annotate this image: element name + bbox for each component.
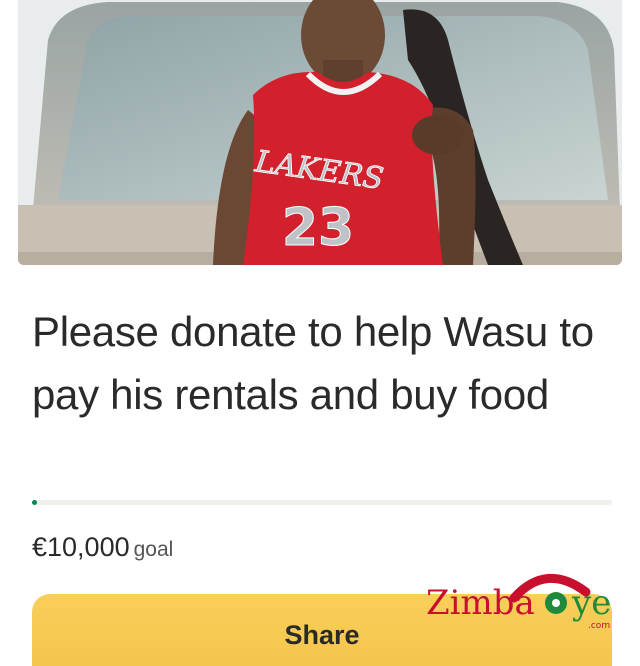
- goal-summary: €10,000 goal: [32, 532, 173, 563]
- watermark-brand-left: Zimba: [426, 583, 535, 623]
- campaign-title: Please donate to help Wasu to pay his re…: [32, 308, 594, 418]
- watermark-domain: .com: [588, 621, 610, 630]
- campaign-photo: LAKERS 23: [18, 0, 622, 265]
- donation-progress-fill: [32, 500, 37, 505]
- watermark-brand-right: ye: [571, 583, 611, 623]
- jersey-number-text: 23: [282, 198, 354, 258]
- goal-label: goal: [133, 538, 174, 561]
- campaign-page: LAKERS 23 Please donate to help Wasu to …: [0, 0, 640, 666]
- goal-amount: €10,000: [32, 532, 130, 562]
- watermark-logo: Zimba ye .com: [426, 568, 626, 630]
- share-button-label: Share: [284, 620, 360, 650]
- donation-progress-bar: [32, 500, 612, 505]
- campaign-photo-illustration: LAKERS 23: [18, 0, 622, 265]
